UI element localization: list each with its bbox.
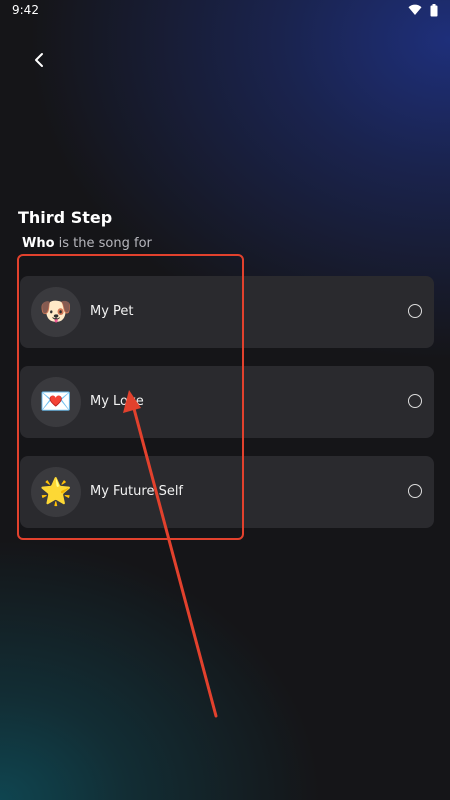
subtitle-strong: Who (22, 236, 55, 251)
wifi-icon (408, 4, 422, 15)
chevron-left-icon (35, 53, 43, 67)
step-title: Third Step (18, 208, 113, 227)
battery-icon (430, 3, 438, 16)
subtitle-rest: is the song for (54, 236, 152, 251)
option-my-love[interactable]: 💌 My Love (20, 366, 434, 438)
option-label: My Love (90, 394, 144, 409)
radio-button[interactable] (408, 484, 422, 498)
dog-face-icon: 🐶 (31, 287, 81, 337)
step-subtitle: Who is the song for (22, 236, 152, 251)
option-my-future-self[interactable]: 🌟 My Future Self (20, 456, 434, 528)
option-my-pet[interactable]: 🐶 My Pet (20, 276, 434, 348)
status-time: 9:42 (12, 3, 39, 17)
option-label: My Pet (90, 304, 134, 319)
option-label: My Future Self (90, 484, 184, 499)
glowing-star-icon: 🌟 (31, 467, 81, 517)
back-button[interactable] (24, 46, 54, 74)
radio-button[interactable] (408, 394, 422, 408)
love-letter-icon: 💌 (31, 377, 81, 427)
status-bar: 9:42 (0, 0, 450, 22)
radio-button[interactable] (408, 304, 422, 318)
